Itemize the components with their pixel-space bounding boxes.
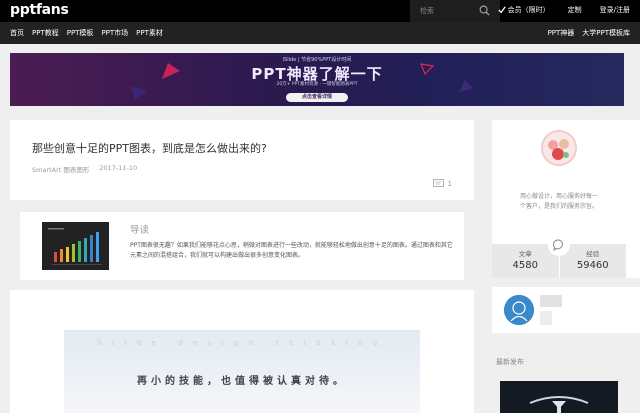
main-nav: 首页 PPT教程 PPT模板 PPT市场 PPT素材 PPT神器 大学PPT模板… <box>0 22 640 44</box>
nav-left: 首页 PPT教程 PPT模板 PPT市场 PPT素材 <box>10 28 163 38</box>
login-register-link[interactable]: 登录/注册 <box>600 5 630 15</box>
stat-value: 59460 <box>576 260 609 271</box>
promo-banner[interactable]: iSlide | 节省90%PPT设计时间 PPT神器了解一下 20万+ PPT… <box>10 53 624 106</box>
user-avatar[interactable] <box>504 295 534 325</box>
banner-tagline: 20万+ PPT素材资源 · 一键智能图表PPT <box>276 82 358 87</box>
nav-item-market[interactable]: PPT市场 <box>101 28 128 38</box>
article-title: 那些创意十足的PPT图表，到底是怎么做出来的? <box>32 142 267 155</box>
content-image-english-text: Slide design thinking <box>96 338 388 347</box>
recent-post-image <box>500 381 618 413</box>
search-icon[interactable] <box>479 5 490 16</box>
author-bio-line: 个客户，是我们的服务宗旨。 <box>519 203 598 210</box>
article-summary: 导读 PPT图表很无趣？如果我们能够花点心思，稍微对图表进行一些改动，就能够轻松… <box>20 212 464 280</box>
stat-label: 经验 <box>586 250 600 258</box>
nav-item-tutorials[interactable]: PPT教程 <box>32 28 59 38</box>
nav-right: PPT神器 大学PPT模板库 <box>548 28 630 38</box>
article-category[interactable]: SmartArt 图表图形 <box>32 164 89 174</box>
top-links: 会员（限时） 定制 登录/注册 <box>497 5 630 15</box>
banner-cta-button[interactable]: 点击查看详情 <box>286 93 348 102</box>
user-card <box>492 287 640 333</box>
top-bar: pptfans 会员（限时） 定制 登录/注册 <box>0 0 640 22</box>
content-header-image: Slide design thinking 再小的技能，也值得被认真对待。 <box>64 330 420 413</box>
custom-link[interactable]: 定制 <box>568 5 582 15</box>
nav-item-materials[interactable]: PPT素材 <box>136 28 163 38</box>
author-avatar-image <box>543 132 575 164</box>
check-icon <box>497 6 506 14</box>
comment-icon <box>432 179 444 187</box>
author-bio: 用心做设计，用心服务好每一 个客户，是我们的服务宗旨。 <box>492 192 626 212</box>
triangle-decoration <box>131 86 147 100</box>
vip-link[interactable]: 会员（限时） <box>497 5 550 15</box>
search-input[interactable] <box>420 4 480 18</box>
comment-count-value: 1 <box>447 179 452 188</box>
chart-thumbnail-image <box>42 222 109 270</box>
stat-value: 4580 <box>512 260 538 271</box>
recent-posts-heading: 最新发布 <box>496 358 524 366</box>
stat-experience: 经验 59460 <box>559 244 626 278</box>
content-image-chinese-text: 再小的技能，也值得被认真对待。 <box>137 376 347 387</box>
article-header: 那些创意十足的PPT图表，到底是怎么做出来的? SmartArt 图表图形 20… <box>10 120 474 200</box>
author-profile-card: 用心做设计，用心服务好每一 个客户，是我们的服务宗旨。 文章 4580 经验 5… <box>492 120 640 278</box>
recent-post-thumbnail[interactable] <box>500 381 618 413</box>
comment-count[interactable]: 1 <box>432 179 452 188</box>
article-date: 2017-11-10 <box>99 164 138 172</box>
vip-label: 会员（限时） <box>507 6 550 14</box>
author-bio-line: 用心做设计，用心服务好每一 <box>519 193 598 200</box>
nav-item-home[interactable]: 首页 <box>10 28 24 38</box>
user-avatar-image <box>504 295 534 325</box>
summary-text: PPT图表很无趣？如果我们能够花点心思，稍微对图表进行一些改动，就能够轻松地做出… <box>130 242 453 259</box>
message-button[interactable] <box>548 234 570 256</box>
banner-subtitle: iSlide | 节省90%PPT设计时间 <box>282 57 352 63</box>
blurred-text <box>540 311 552 325</box>
nav-item-university-templates[interactable]: 大学PPT模板库 <box>582 28 630 38</box>
site-logo[interactable]: pptfans <box>10 2 69 18</box>
author-avatar[interactable] <box>541 130 577 166</box>
nav-item-tool[interactable]: PPT神器 <box>548 28 575 38</box>
nav-item-templates[interactable]: PPT模板 <box>67 28 94 38</box>
chat-icon <box>553 239 563 251</box>
article-meta: SmartArt 图表图形 2017-11-10 <box>32 164 137 174</box>
summary-thumbnail <box>42 222 109 270</box>
article-content: Slide design thinking 再小的技能，也值得被认真对待。 <box>10 290 474 413</box>
summary-heading: 导读 <box>130 225 150 236</box>
blurred-name <box>540 295 562 307</box>
search-box <box>410 0 500 22</box>
